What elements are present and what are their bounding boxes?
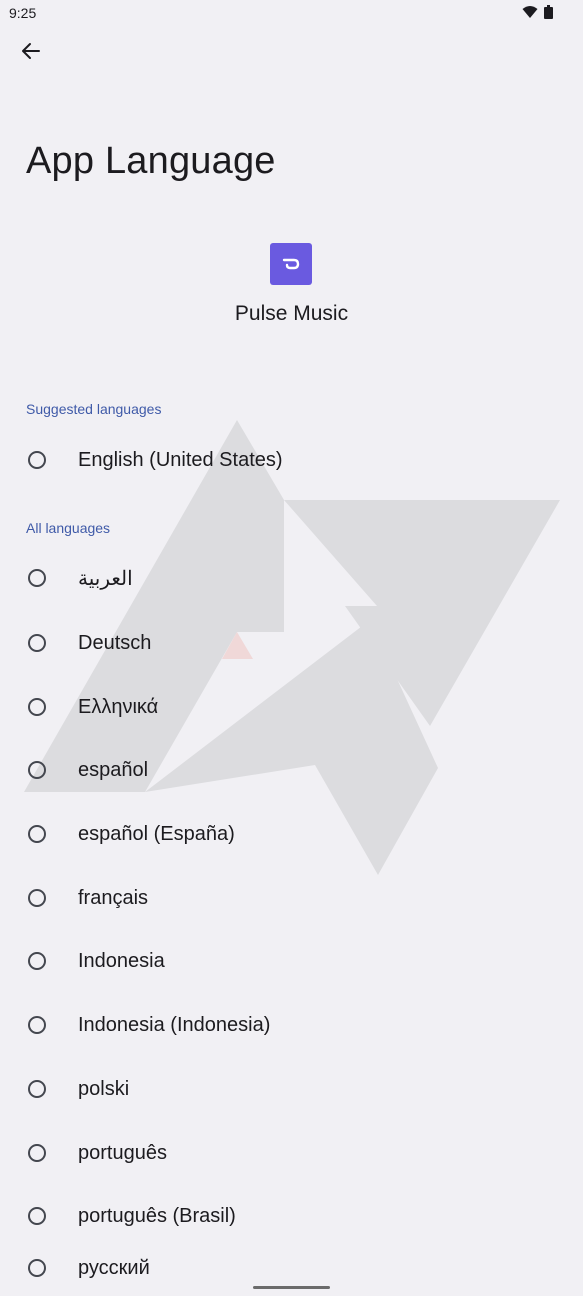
language-option[interactable]: français [0,870,583,926]
language-label: Deutsch [78,631,152,654]
status-bar: 9:25 [0,0,583,28]
language-option[interactable]: Indonesia [0,933,583,989]
language-label: Indonesia [78,949,165,972]
radio-button[interactable] [28,825,46,843]
language-option[interactable]: العربية [0,550,583,606]
radio-button[interactable] [28,634,46,652]
language-option[interactable]: português [0,1125,583,1181]
radio-button[interactable] [28,569,46,587]
radio-button[interactable] [28,1144,46,1162]
language-label: português (Brasil) [78,1204,236,1227]
language-label: العربية [78,567,133,590]
radio-button[interactable] [28,1259,46,1277]
language-label: français [78,886,149,909]
language-option[interactable]: Indonesia (Indonesia) [0,997,583,1053]
language-label: Indonesia (Indonesia) [78,1013,271,1036]
radio-button[interactable] [28,952,46,970]
radio-button[interactable] [28,1016,46,1034]
radio-button[interactable] [28,1207,46,1225]
language-label: español [78,758,149,781]
radio-button[interactable] [28,451,46,469]
language-label: English (United States) [78,448,283,471]
pulse-music-logo-icon [282,258,300,270]
navigation-handle[interactable] [253,1286,330,1289]
battery-icon [544,5,553,19]
language-option[interactable]: polski [0,1061,583,1117]
wifi-icon [522,6,538,18]
status-icons [522,5,553,19]
page-title: App Language [26,140,276,182]
language-option[interactable]: Deutsch [0,615,583,671]
language-option[interactable]: español (España) [0,806,583,862]
language-label: русский [78,1256,150,1279]
language-option[interactable]: Ελληνικά [0,679,583,735]
language-label: español (España) [78,822,235,845]
language-option-suggested[interactable]: English (United States) [0,432,583,488]
back-button[interactable] [14,34,48,68]
radio-button[interactable] [28,1080,46,1098]
language-label: Ελληνικά [78,695,159,718]
section-header-suggested: Suggested languages [26,401,162,417]
language-label: português [78,1141,167,1164]
language-option[interactable]: português (Brasil) [0,1188,583,1244]
app-name: Pulse Music [234,302,349,325]
language-label: polski [78,1077,130,1100]
language-option[interactable]: español [0,742,583,798]
status-time: 9:25 [9,5,37,21]
radio-button[interactable] [28,761,46,779]
radio-button[interactable] [28,698,46,716]
section-header-all: All languages [26,520,111,536]
arrow-back-icon [22,43,40,59]
app-icon [270,243,312,285]
radio-button[interactable] [28,889,46,907]
